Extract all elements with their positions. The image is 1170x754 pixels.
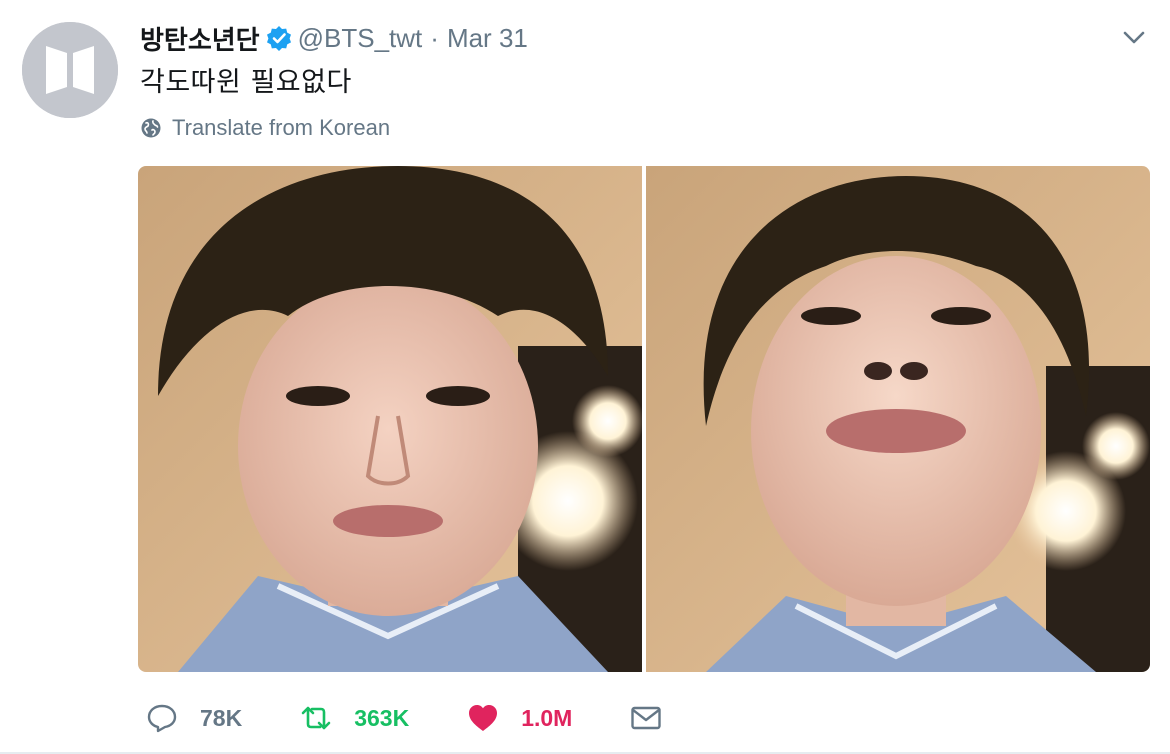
tweet-header: 방탄소년단 @BTS_twt · Mar 31: [140, 18, 528, 58]
envelope-icon: [631, 706, 662, 730]
display-name[interactable]: 방탄소년단: [140, 20, 260, 57]
like-button[interactable]: 1.0M: [467, 702, 572, 734]
selfie-photo-right: [646, 166, 1150, 672]
photo-left[interactable]: [138, 166, 642, 672]
separator-dot: ·: [430, 22, 439, 53]
retweet-icon: [301, 706, 331, 730]
retweet-count: 363K: [354, 704, 410, 731]
translate-link[interactable]: Translate from Korean: [140, 113, 390, 143]
tweet-card[interactable]: 방탄소년단 @BTS_twt · Mar 31 각도따윈 필요없다 Transl…: [0, 0, 1170, 754]
photo-right[interactable]: [646, 166, 1150, 672]
chevron-down-icon[interactable]: [1120, 28, 1148, 48]
direct-message-button[interactable]: [630, 702, 662, 734]
globe-icon: [141, 118, 161, 138]
user-handle[interactable]: @BTS_twt: [298, 23, 423, 54]
media-grid: [138, 166, 1150, 672]
selfie-photo-left: [138, 166, 642, 672]
bts-logo-icon: [22, 22, 118, 118]
retweet-button[interactable]: 363K: [300, 702, 409, 734]
reply-icon: [147, 704, 177, 733]
translate-label: Translate from Korean: [172, 115, 391, 140]
tweet-date[interactable]: Mar 31: [447, 23, 528, 54]
avatar[interactable]: [22, 22, 118, 118]
tweet-text: 각도따윈 필요없다: [140, 67, 352, 98]
reply-button[interactable]: 78K: [146, 702, 242, 734]
verified-badge-icon: [266, 25, 292, 51]
reply-count: 78K: [200, 704, 243, 731]
like-count: 1.0M: [521, 704, 573, 731]
heart-icon: [469, 705, 498, 731]
tweet-actions: 78K 363K 1.0M: [146, 698, 720, 738]
